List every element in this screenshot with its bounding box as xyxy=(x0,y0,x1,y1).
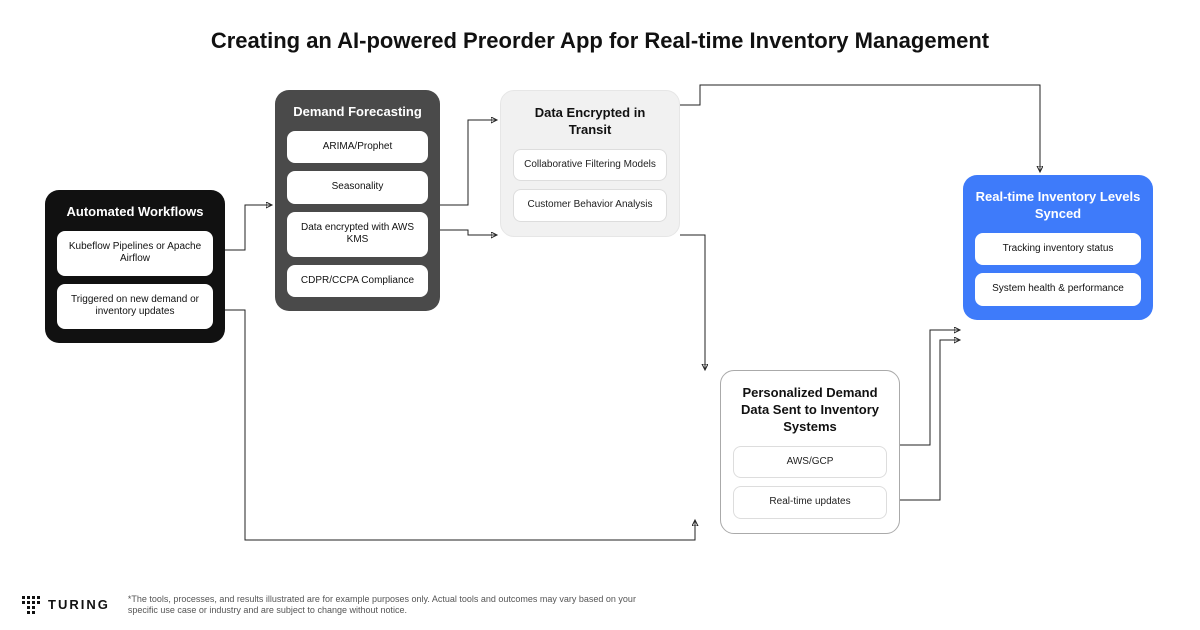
card-title: Personalized Demand Data Sent to Invento… xyxy=(733,385,887,436)
card-inventory-synced: Real-time Inventory Levels Synced Tracki… xyxy=(963,175,1153,320)
pill: Customer Behavior Analysis xyxy=(513,189,667,222)
card-title: Real-time Inventory Levels Synced xyxy=(975,189,1141,223)
pill: Seasonality xyxy=(287,171,428,204)
pill: Tracking inventory status xyxy=(975,233,1141,266)
pill: Real-time updates xyxy=(733,486,887,519)
card-title: Automated Workflows xyxy=(57,204,213,221)
card-title: Demand Forecasting xyxy=(287,104,428,121)
card-demand-forecasting: Demand Forecasting ARIMA/Prophet Seasona… xyxy=(275,90,440,311)
card-automated-workflows: Automated Workflows Kubeflow Pipelines o… xyxy=(45,190,225,343)
pill: Data encrypted with AWS KMS xyxy=(287,212,428,257)
pill: Kubeflow Pipelines or Apache Airflow xyxy=(57,231,213,276)
disclaimer-text: *The tools, processes, and results illus… xyxy=(128,594,648,617)
pill: System health & performance xyxy=(975,273,1141,306)
card-personalized-demand: Personalized Demand Data Sent to Invento… xyxy=(720,370,900,534)
pill: ARIMA/Prophet xyxy=(287,131,428,164)
logo-mark-icon xyxy=(22,596,40,614)
logo: TURING xyxy=(22,596,110,614)
diagram-title: Creating an AI-powered Preorder App for … xyxy=(0,28,1200,54)
pill: AWS/GCP xyxy=(733,446,887,479)
pill: Collaborative Filtering Models xyxy=(513,149,667,182)
pill: Triggered on new demand or inventory upd… xyxy=(57,284,213,329)
footer: TURING *The tools, processes, and result… xyxy=(22,594,648,617)
logo-text: TURING xyxy=(48,597,110,612)
card-title: Data Encrypted in Transit xyxy=(513,105,667,139)
pill: CDPR/CCPA Compliance xyxy=(287,265,428,298)
card-data-encrypted: Data Encrypted in Transit Collaborative … xyxy=(500,90,680,237)
